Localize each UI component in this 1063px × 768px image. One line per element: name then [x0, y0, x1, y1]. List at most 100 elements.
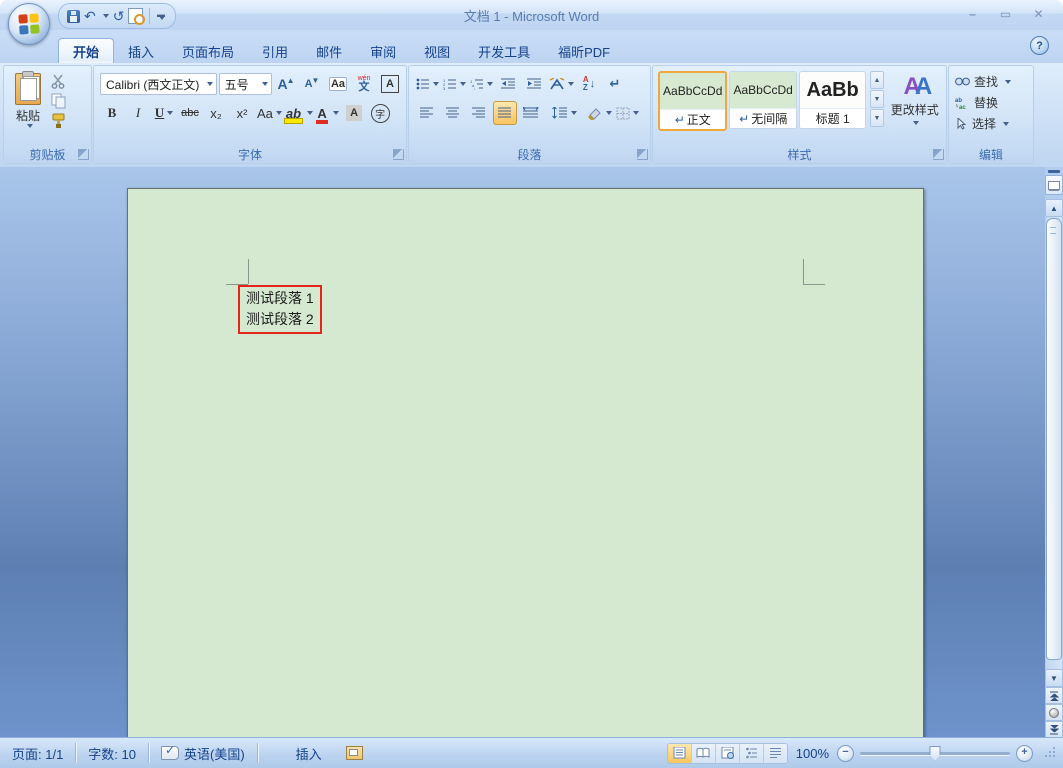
asian-layout-button[interactable]	[548, 72, 575, 96]
outline-view-button[interactable]	[739, 743, 764, 763]
bullets-button[interactable]	[415, 72, 440, 96]
align-right-button[interactable]	[467, 101, 491, 125]
paste-dropdown-icon[interactable]	[26, 124, 33, 128]
insert-mode[interactable]: 插入	[284, 743, 334, 763]
find-button[interactable]: 查找	[949, 71, 1033, 92]
phonetic-guide-button[interactable]: wén 文	[352, 72, 376, 96]
styles-scroll-up-icon[interactable]: ▲	[870, 71, 884, 89]
print-layout-view-button[interactable]	[667, 743, 692, 763]
superscript-button[interactable]: x²	[230, 101, 254, 125]
draft-view-button[interactable]	[763, 743, 787, 763]
numbering-button[interactable]: 123	[442, 72, 467, 96]
sort-button[interactable]: A Z ↓	[577, 72, 601, 96]
tab-foxit-pdf[interactable]: 福昕PDF	[544, 39, 624, 63]
word-count[interactable]: 字数: 10	[76, 743, 149, 763]
zoom-out-button[interactable]: −	[837, 744, 854, 762]
bold-button[interactable]: B	[100, 101, 124, 125]
paragraph-dialog-launcher-icon[interactable]	[637, 149, 648, 160]
tab-view[interactable]: 视图	[410, 39, 464, 63]
office-button[interactable]	[8, 3, 50, 45]
font-dialog-launcher-icon[interactable]	[393, 149, 404, 160]
split-handle[interactable]	[1048, 170, 1060, 173]
styles-scroll-down-icon[interactable]: ▼	[870, 90, 884, 108]
tab-page-layout[interactable]: 页面布局	[168, 39, 248, 63]
zoom-level[interactable]: 100%	[796, 746, 829, 761]
character-border-button[interactable]: A	[378, 72, 402, 96]
font-name-combo[interactable]: Calibri (西文正文)	[100, 73, 217, 95]
borders-button[interactable]	[615, 101, 640, 125]
text-highlight-button[interactable]: ab	[283, 101, 314, 125]
tab-home[interactable]: 开始	[58, 38, 115, 63]
cut-icon[interactable]	[50, 74, 68, 89]
scroll-down-icon[interactable]: ▼	[1045, 669, 1063, 687]
web-layout-view-button[interactable]	[715, 743, 740, 763]
zoom-slider-handle[interactable]	[929, 745, 941, 761]
style-no-spacing[interactable]: AaBbCcDd ↵ 无间隔	[729, 71, 797, 129]
subscript-button[interactable]: x₂	[204, 101, 228, 125]
font-size-combo[interactable]: 五号	[218, 73, 272, 95]
justify-button[interactable]	[493, 101, 517, 125]
next-page-button[interactable]	[1045, 721, 1063, 738]
change-styles-button[interactable]: AA 更改样式	[886, 71, 944, 131]
macro-record[interactable]	[334, 743, 375, 763]
style-normal[interactable]: AaBbCcDd ↵ 正文	[658, 71, 728, 131]
select-browse-object-button[interactable]	[1045, 704, 1063, 721]
help-icon[interactable]: ?	[1030, 36, 1049, 55]
align-left-button[interactable]	[415, 101, 439, 125]
multilevel-list-button[interactable]: 1ai	[469, 72, 494, 96]
paragraph-text[interactable]: 测试段落 1	[246, 288, 314, 309]
change-case-button[interactable]: Aa	[256, 101, 283, 125]
document-area[interactable]: 测试段落 1 测试段落 2	[0, 167, 1063, 738]
zoom-track[interactable]	[860, 745, 1010, 761]
paragraph-text[interactable]: 测试段落 2	[246, 309, 314, 330]
page-indicator[interactable]: 页面: 1/1	[0, 743, 77, 763]
minimize-button[interactable]: –	[958, 5, 987, 23]
close-button[interactable]: ✕	[1024, 5, 1053, 23]
underline-button[interactable]: U	[152, 101, 176, 125]
styles-dialog-launcher-icon[interactable]	[933, 149, 944, 160]
italic-button[interactable]: I	[126, 101, 150, 125]
styles-gallery-expand-icon[interactable]: ▼	[870, 109, 884, 127]
line-spacing-button[interactable]	[551, 101, 578, 125]
scrollbar-track[interactable]	[1046, 217, 1062, 669]
style-heading1[interactable]: AaBb 标题 1	[798, 71, 867, 129]
tab-references[interactable]: 引用	[248, 39, 302, 63]
replace-button[interactable]: ab ac 替换	[949, 92, 1033, 113]
clear-formatting-button[interactable]: Aa	[326, 72, 350, 96]
office-logo-icon	[18, 13, 40, 35]
select-button[interactable]: 选择	[949, 113, 1033, 134]
format-painter-icon[interactable]	[50, 113, 68, 129]
maximize-button[interactable]: ▭	[991, 5, 1020, 23]
resize-grip[interactable]	[1045, 747, 1057, 759]
previous-page-button[interactable]	[1045, 687, 1063, 704]
scrollbar-thumb[interactable]	[1046, 218, 1062, 660]
vertical-scrollbar[interactable]: ▲ ▼	[1045, 167, 1063, 738]
copy-icon[interactable]	[50, 93, 68, 109]
proofing-language[interactable]: 英语(美国)	[149, 743, 258, 763]
show-hide-marks-button[interactable]: ↵	[603, 72, 627, 96]
style-preview: AaBb	[799, 72, 866, 108]
increase-indent-button[interactable]	[522, 72, 546, 96]
grow-font-button[interactable]: A ▲	[274, 72, 298, 96]
tab-insert[interactable]: 插入	[114, 39, 168, 63]
strikethrough-button[interactable]: abc	[178, 101, 202, 125]
document-page[interactable]: 测试段落 1 测试段落 2	[127, 188, 924, 738]
clipboard-dialog-launcher-icon[interactable]	[78, 149, 89, 160]
scroll-up-icon[interactable]: ▲	[1045, 199, 1063, 217]
decrease-indent-button[interactable]	[496, 72, 520, 96]
shrink-font-button[interactable]: A ▼	[300, 72, 324, 96]
ruler-toggle-button[interactable]	[1045, 175, 1063, 195]
tab-developer[interactable]: 开发工具	[464, 39, 544, 63]
highlighted-text-box[interactable]: 测试段落 1 测试段落 2	[238, 285, 322, 334]
fullscreen-reading-view-button[interactable]	[691, 743, 716, 763]
distribute-button[interactable]	[519, 101, 543, 125]
zoom-in-button[interactable]: +	[1016, 744, 1033, 762]
tab-mailings[interactable]: 邮件	[302, 39, 356, 63]
tab-review[interactable]: 审阅	[356, 39, 410, 63]
character-shading-button[interactable]: A	[342, 101, 366, 125]
enclose-characters-button[interactable]: 字	[368, 101, 392, 125]
align-center-button[interactable]	[441, 101, 465, 125]
font-color-button[interactable]: A	[316, 101, 340, 125]
paste-button[interactable]: 粘贴	[6, 68, 50, 129]
shading-button[interactable]	[586, 101, 613, 125]
